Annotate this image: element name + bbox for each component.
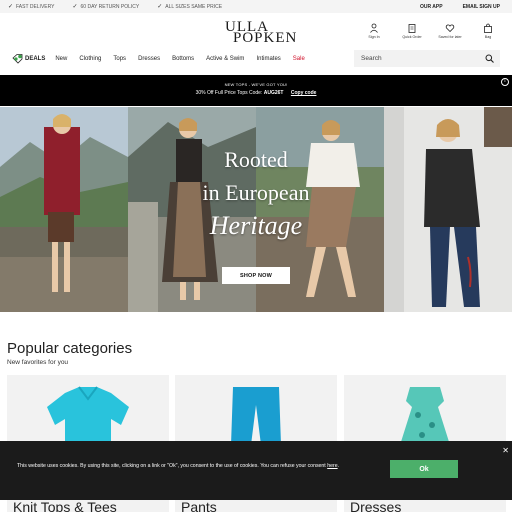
copy-code-button[interactable]: Copy code xyxy=(291,90,317,96)
perk-same-price: ✓ ALL SIZES SAME PRICE xyxy=(157,3,223,11)
nav-item-clothing[interactable]: Clothing xyxy=(79,56,101,62)
tag-icon xyxy=(12,54,23,64)
nav-item-bottoms[interactable]: Bottoms xyxy=(172,56,194,62)
main-nav: DEALS New Clothing Tops Dresses Bottoms … xyxy=(0,47,512,71)
nav-item-active-swim[interactable]: Active & Swim xyxy=(206,56,244,62)
hero-image-1 xyxy=(0,107,128,312)
our-app-link[interactable]: OUR APP xyxy=(420,4,443,10)
nav-item-tops[interactable]: Tops xyxy=(113,56,126,62)
site-header: ULLA POPKEN Sign In Quick Order Saved fo… xyxy=(0,13,512,47)
search-placeholder: Search xyxy=(361,55,382,62)
logo-line-2: POPKEN xyxy=(233,30,298,46)
nav-deals-label: DEALS xyxy=(25,56,46,62)
heart-icon xyxy=(445,24,455,33)
email-signup-link[interactable]: EMAIL SIGN UP xyxy=(463,4,500,10)
utility-bar: ✓ FAST DELIVERY ✓ 60 DAY RETURN POLICY ✓… xyxy=(0,0,512,13)
cookie-ok-button[interactable]: Ok xyxy=(390,460,458,478)
bag-label: Bag xyxy=(484,35,492,39)
site-logo[interactable]: ULLA POPKEN xyxy=(221,19,296,47)
promo-code: AUG26T xyxy=(263,90,284,96)
check-icon: ✓ xyxy=(157,4,163,10)
saved-label: Saved for later xyxy=(438,35,462,39)
promo-banner: NEW TOPS - WE'VE GOT YOU! 30% Off Full P… xyxy=(0,75,512,106)
perk-label: FAST DELIVERY xyxy=(16,3,55,10)
category-label-dresses[interactable]: Dresses xyxy=(350,499,401,512)
bag-icon xyxy=(484,23,492,33)
perk-label: ALL SIZES SAME PRICE xyxy=(165,3,223,10)
cookie-banner: This website uses cookies. By using this… xyxy=(0,441,512,500)
categories-title: Popular categories xyxy=(7,340,133,357)
perk-return-policy: ✓ 60 DAY RETURN POLICY xyxy=(72,3,140,11)
hero-title-line-1: Rooted xyxy=(224,147,288,172)
perk-fast-delivery: ✓ FAST DELIVERY xyxy=(8,3,55,11)
quick-order-label: Quick Order xyxy=(402,35,422,39)
promo-offer-text: 30% Off Full Price Tops Code: xyxy=(195,90,263,96)
promo-offer: 30% Off Full Price Tops Code: AUG26T Cop… xyxy=(0,90,512,96)
hero-title-line-3: Heritage xyxy=(209,211,303,240)
search-icon[interactable] xyxy=(485,54,494,63)
saved-for-later-button[interactable]: Saved for later xyxy=(438,23,462,39)
hero-banner[interactable]: Rooted in European Heritage SHOP NOW xyxy=(0,107,512,312)
nav-item-new[interactable]: New xyxy=(55,56,67,62)
check-icon: ✓ xyxy=(8,4,14,10)
close-icon[interactable]: ✕ xyxy=(502,446,509,455)
nav-item-dresses[interactable]: Dresses xyxy=(138,56,160,62)
quick-order-button[interactable]: Quick Order xyxy=(400,23,424,39)
sign-in-label: Sign In xyxy=(368,35,380,39)
hero-title-line-2: in European xyxy=(202,180,310,205)
search-input[interactable]: Search xyxy=(354,50,500,67)
category-label-knit-tops[interactable]: Knit Tops & Tees xyxy=(13,499,117,512)
nav-item-deals[interactable]: DEALS xyxy=(12,54,45,64)
bag-button[interactable]: Bag xyxy=(476,23,500,39)
sign-in-button[interactable]: Sign In xyxy=(362,23,386,39)
hero-image-4 xyxy=(384,107,512,312)
shop-now-button[interactable]: SHOP NOW xyxy=(222,267,290,284)
promo-eyebrow: NEW TOPS - WE'VE GOT YOU! xyxy=(224,82,288,87)
nav-item-intimates[interactable]: Intimates xyxy=(256,56,280,62)
cookie-message: This website uses cookies. By using this… xyxy=(17,463,326,469)
info-icon[interactable]: i xyxy=(501,78,509,86)
nav-item-sale[interactable]: Sale xyxy=(293,56,305,62)
cookie-text: This website uses cookies. By using this… xyxy=(17,463,340,469)
cookie-refuse-link[interactable]: here xyxy=(327,463,337,469)
perk-label: 60 DAY RETURN POLICY xyxy=(80,3,140,10)
user-icon xyxy=(370,23,378,33)
check-icon: ✓ xyxy=(72,4,78,10)
categories-subtitle: New favorites for you xyxy=(7,359,69,366)
category-label-pants[interactable]: Pants xyxy=(181,499,217,512)
clipboard-icon xyxy=(408,24,416,33)
